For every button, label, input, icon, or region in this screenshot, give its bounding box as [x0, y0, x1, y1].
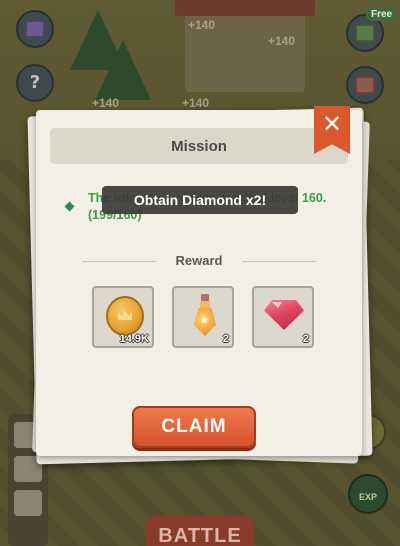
potion-icon: ★ — [194, 294, 216, 338]
claim-button[interactable]: CLAIM — [132, 406, 256, 448]
reward-slot-potion[interactable]: ★ 2 — [172, 286, 234, 348]
modal-header: Mission — [50, 128, 348, 164]
reward-quantity: 2 — [222, 333, 229, 345]
exp-button[interactable]: EXP — [348, 474, 388, 514]
modal-title: Mission — [171, 137, 227, 155]
help-button[interactable]: ? — [16, 64, 54, 102]
gift-box-button[interactable] — [16, 10, 54, 48]
reward-slot-diamond[interactable]: 2 — [252, 286, 314, 348]
question-icon: ? — [29, 72, 41, 93]
gold-coin-icon — [106, 296, 144, 336]
free-badge: Free — [366, 8, 398, 21]
floating-reward-text: +140 — [188, 18, 216, 32]
battle-button[interactable]: BATTLE — [146, 516, 254, 546]
mission-modal: Mission ✕ The total level of pets reache… — [36, 106, 362, 456]
floating-reward-text: +140 — [182, 96, 210, 110]
reward-slot-gold[interactable]: 14.9K — [92, 286, 154, 348]
shop-icon — [355, 76, 375, 94]
chest-icon — [355, 24, 375, 42]
reward-quantity: 2 — [302, 333, 309, 345]
card-icon[interactable] — [14, 490, 42, 516]
tree — [95, 40, 151, 100]
floating-reward-text: +140 — [92, 96, 120, 110]
reward-quantity: 14.9K — [119, 333, 149, 345]
reward-heading: Reward — [156, 253, 242, 268]
shop-button[interactable] — [346, 66, 384, 104]
gift-box-icon — [25, 20, 45, 38]
diamond-icon — [264, 300, 304, 330]
toast-notification: Obtain Diamond x2! — [102, 186, 298, 214]
bullet-icon — [64, 201, 75, 212]
floating-reward-text: +140 — [268, 34, 296, 48]
close-icon: ✕ — [321, 110, 343, 138]
